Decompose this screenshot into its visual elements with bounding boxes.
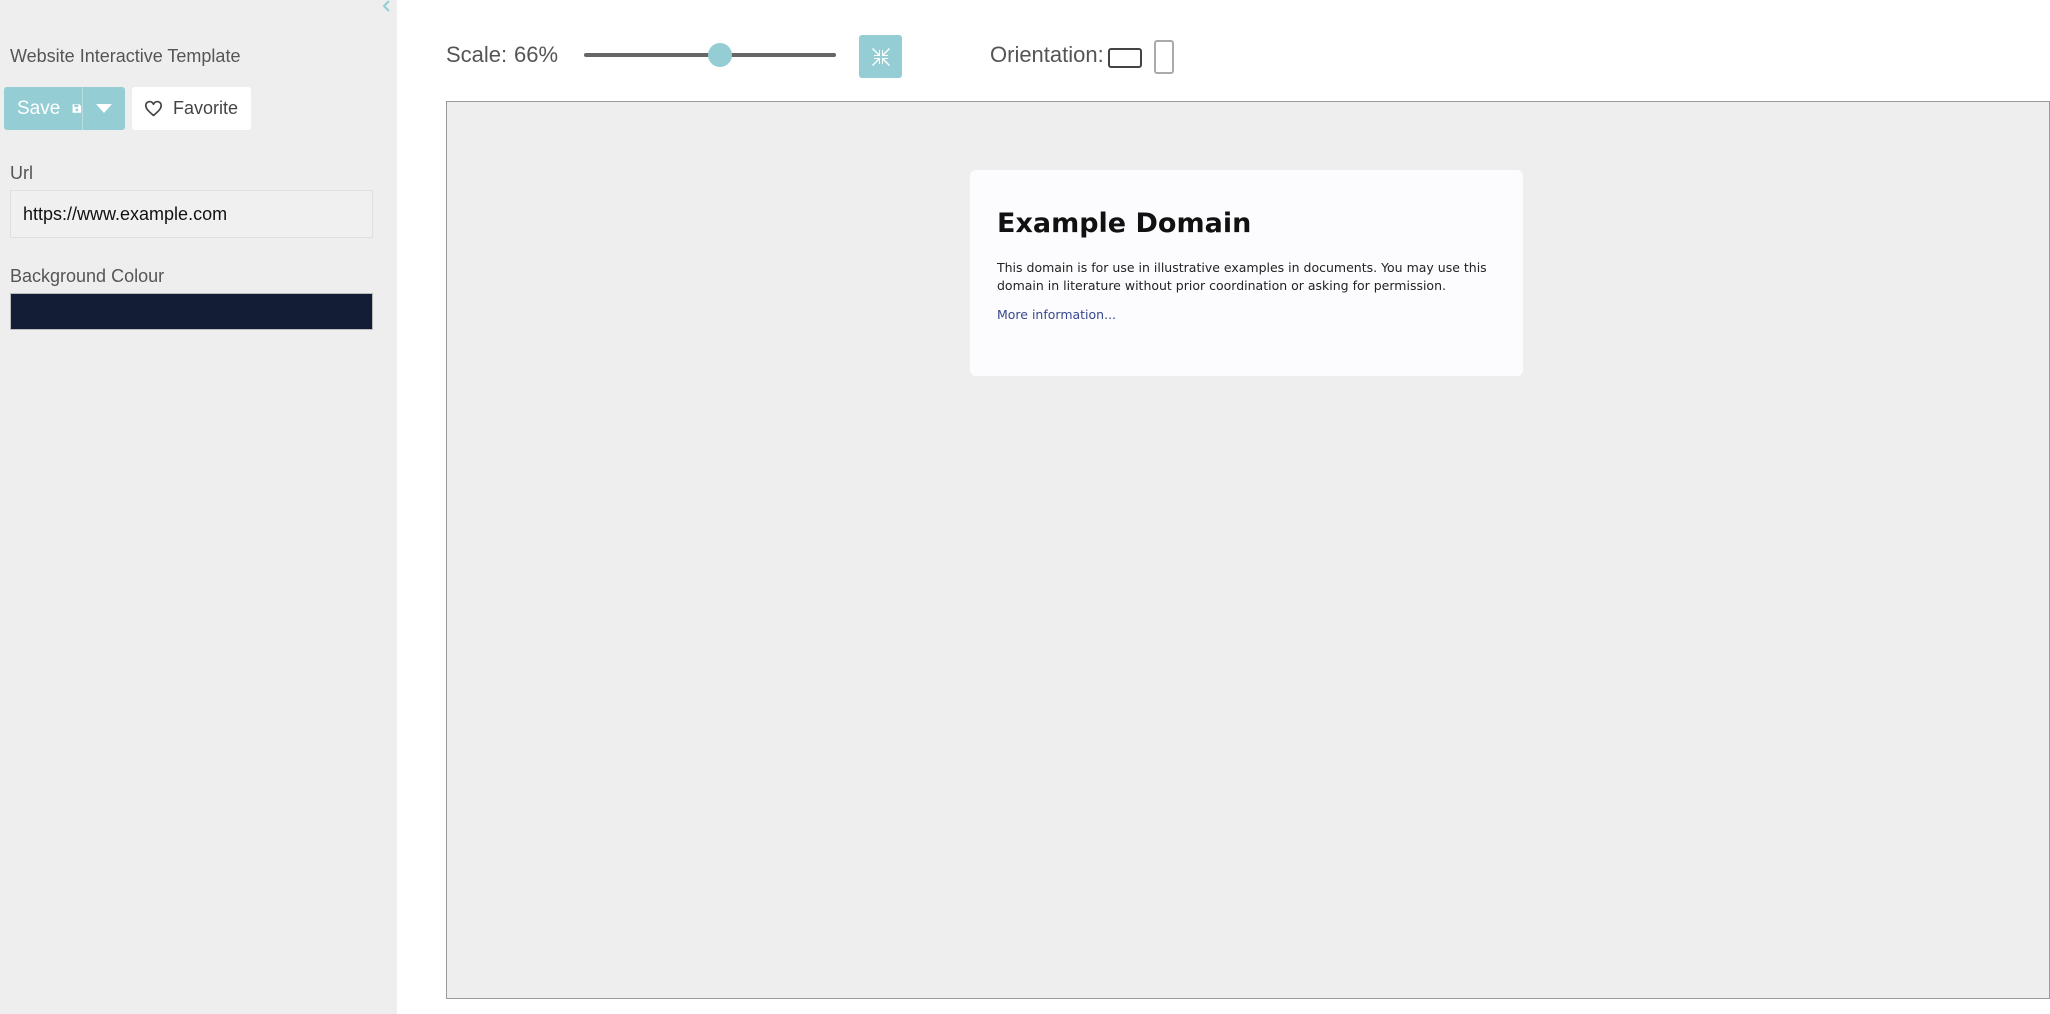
preview-paragraph: This domain is for use in illustrative e… — [997, 260, 1487, 293]
heart-outline-icon — [144, 100, 163, 117]
landscape-icon[interactable] — [1108, 48, 1142, 68]
slider-thumb[interactable] — [708, 43, 733, 67]
compress-arrows-icon — [871, 47, 890, 66]
scale-value: 66% — [514, 42, 559, 67]
orientation-label: Orientation: — [990, 42, 1104, 67]
background-colour-picker[interactable] — [10, 293, 373, 330]
portrait-icon[interactable] — [1154, 40, 1174, 74]
background-colour-label: Background Colour — [10, 266, 165, 286]
url-label: Url — [10, 163, 33, 183]
app-window: Website Interactive Template Save Favori… — [0, 0, 2050, 1014]
chevron-left-icon[interactable] — [379, 0, 393, 14]
caret-down-icon — [96, 104, 112, 113]
fit-to-screen-button[interactable] — [859, 35, 902, 78]
save-button[interactable]: Save — [4, 87, 82, 130]
favorite-button[interactable]: Favorite — [132, 87, 251, 130]
save-button-group: Save — [4, 87, 125, 130]
template-title: Website Interactive Template — [10, 46, 241, 66]
floppy-disk-icon — [72, 104, 82, 113]
preview-heading: Example Domain — [997, 208, 1252, 239]
preview-frame: Example Domain This domain is for use in… — [446, 101, 2050, 999]
save-options-button[interactable] — [83, 87, 125, 130]
preview-more-info-link[interactable]: More information... — [997, 307, 1116, 322]
sidebar: Website Interactive Template Save Favori… — [0, 0, 397, 1014]
scale-label: Scale: — [446, 42, 508, 67]
preview-page-card: Example Domain This domain is for use in… — [970, 170, 1523, 376]
scale-slider[interactable] — [584, 40, 836, 70]
url-input[interactable] — [10, 190, 373, 238]
save-label: Save — [17, 97, 61, 119]
favorite-label: Favorite — [173, 98, 239, 118]
